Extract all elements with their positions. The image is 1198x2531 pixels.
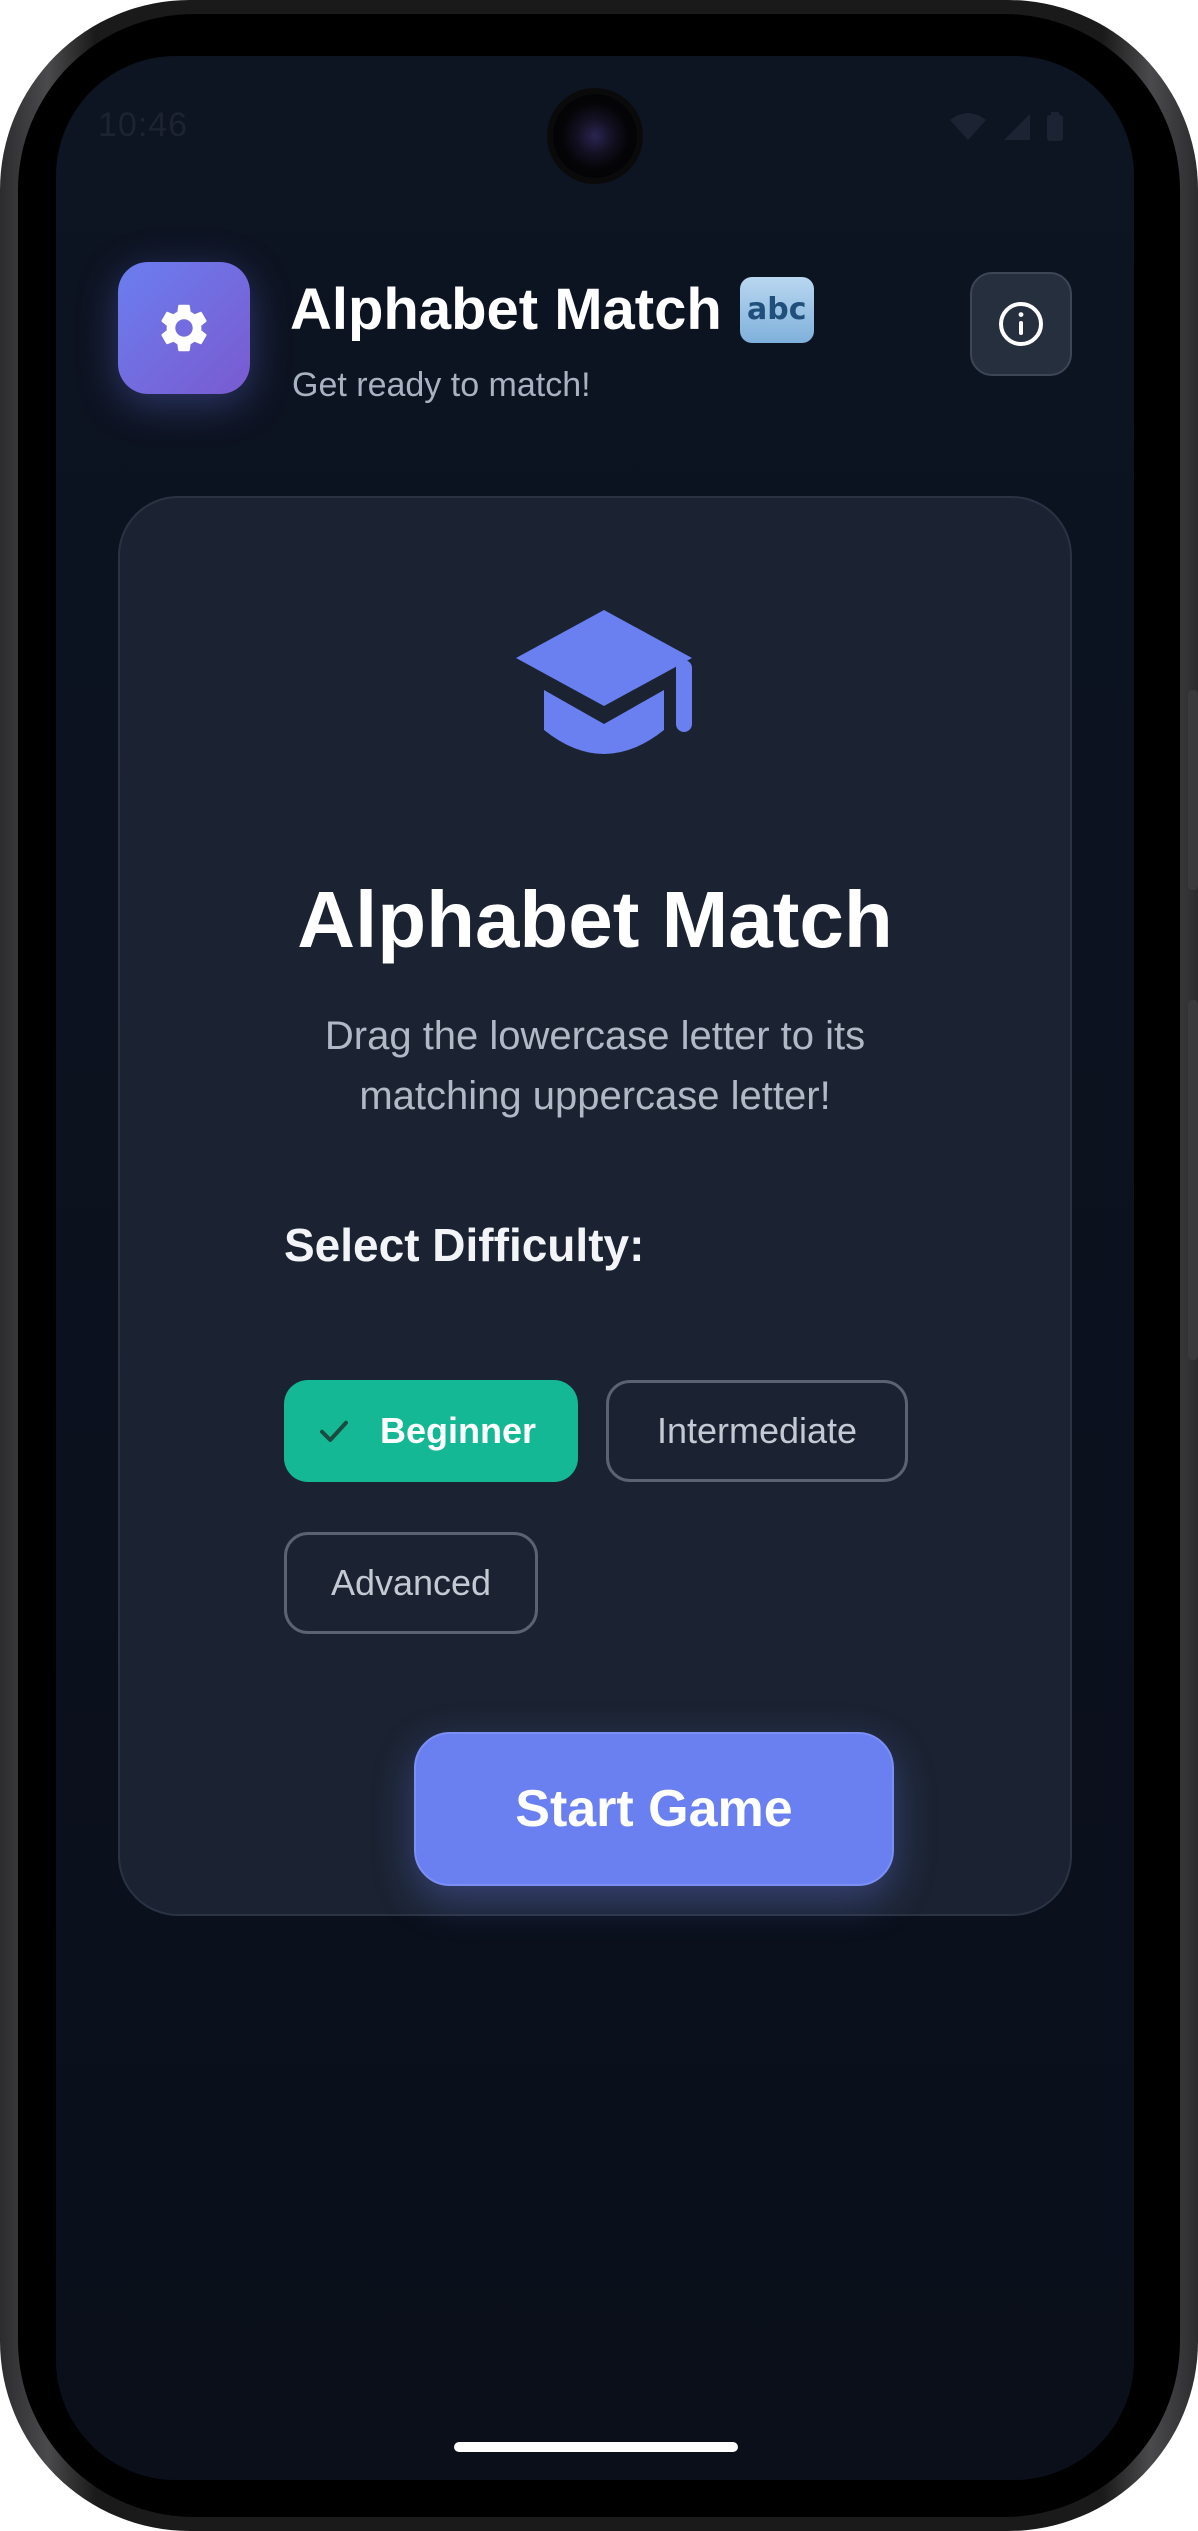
difficulty-label: Select Difficulty:	[284, 1219, 645, 1271]
difficulty-chip-label: Advanced	[330, 1562, 492, 1603]
wifi-icon	[950, 113, 986, 140]
abc-emoji-icon: abc	[739, 276, 814, 343]
app-header: Alphabet Match abc Get ready to match!	[118, 262, 1072, 404]
app-subtitle: Get ready to match!	[292, 366, 591, 404]
difficulty-chip-beginner[interactable]: Beginner	[284, 1380, 578, 1482]
power-button	[1188, 690, 1198, 890]
gear-icon	[161, 304, 207, 352]
info-icon	[999, 302, 1043, 346]
game-setup-card: Alphabet Match Drag the lowercase letter…	[118, 496, 1072, 1916]
app-title-text: Alphabet Match	[290, 277, 722, 342]
difficulty-chip-label: Beginner	[379, 1410, 537, 1451]
status-time: 10:46	[98, 106, 189, 144]
info-button[interactable]	[970, 272, 1072, 376]
difficulty-chip-advanced[interactable]: Advanced	[284, 1532, 538, 1634]
app-title: Alphabet Match abc	[290, 276, 814, 343]
volume-button	[1188, 1000, 1198, 1360]
screen: 10:46 Alphabet Match abc Get ready to ma…	[56, 56, 1134, 2480]
start-game-button[interactable]: Start Game	[414, 1732, 894, 1886]
difficulty-chip-label: Intermediate	[656, 1410, 858, 1451]
signal-icon	[1004, 114, 1030, 140]
card-description: Drag the lowercase letter to its matchin…	[324, 1014, 866, 1118]
difficulty-chip-intermediate[interactable]: Intermediate	[606, 1380, 908, 1482]
phone-frame: 10:46 Alphabet Match abc Get ready to ma…	[0, 0, 1198, 2531]
home-indicator[interactable]	[454, 2442, 738, 2452]
settings-button[interactable]	[118, 262, 250, 394]
front-camera	[553, 94, 637, 178]
status-icons	[948, 112, 1064, 142]
graduation-cap-icon	[516, 610, 692, 754]
card-title: Alphabet Match	[297, 875, 893, 964]
battery-icon	[1047, 112, 1063, 141]
check-icon	[320, 1420, 348, 1442]
